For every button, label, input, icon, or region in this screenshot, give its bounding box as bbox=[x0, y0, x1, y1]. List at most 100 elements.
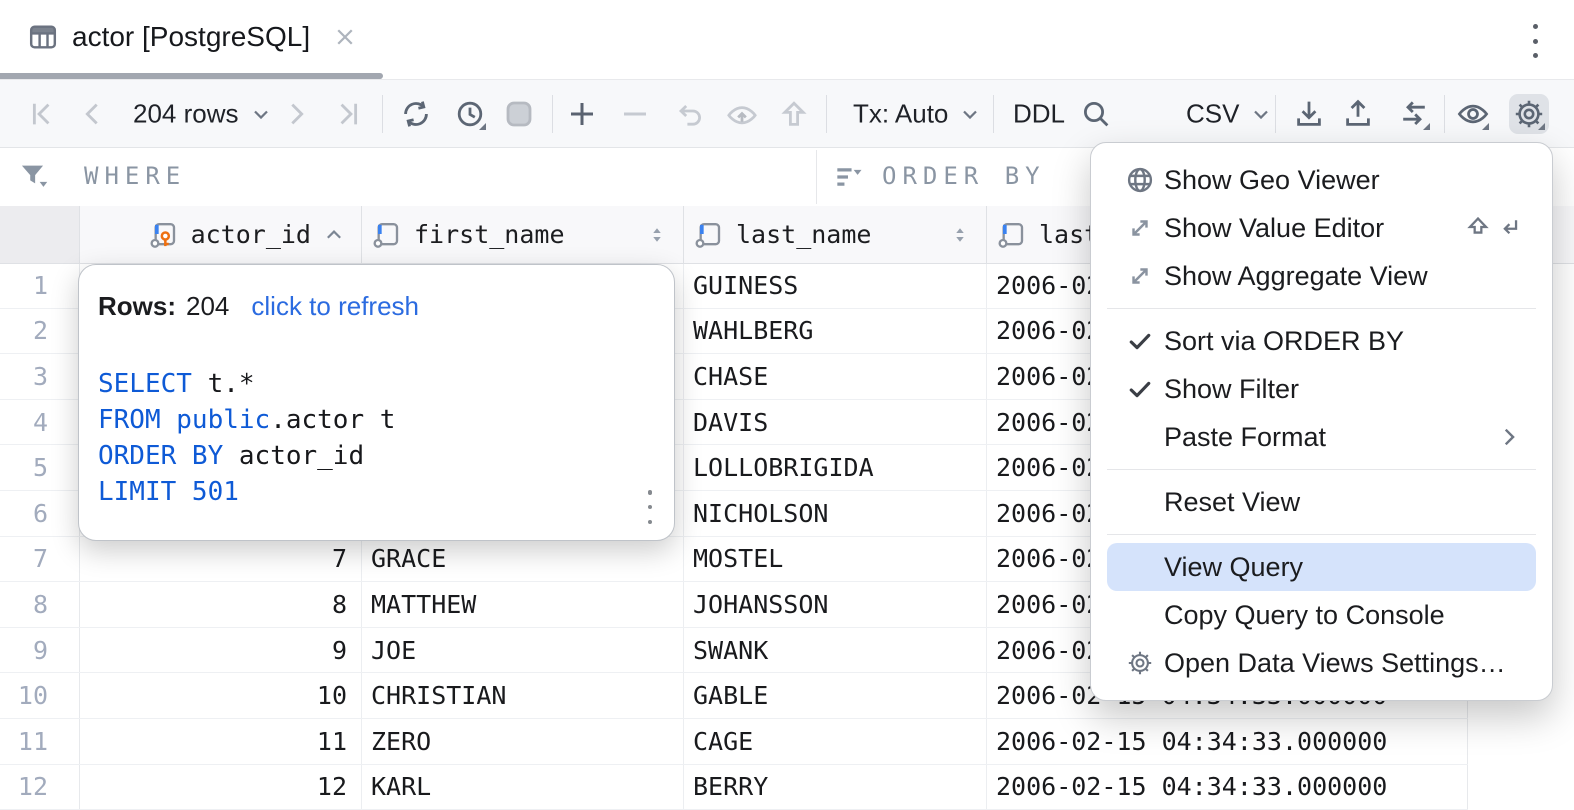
row-number[interactable]: 10 bbox=[0, 673, 80, 718]
row-number[interactable]: 11 bbox=[0, 719, 80, 764]
page-size-dropdown[interactable]: 204 rows bbox=[133, 99, 273, 130]
row-number[interactable]: 7 bbox=[0, 537, 80, 582]
stop-icon bbox=[499, 94, 539, 134]
menu-item-paste-format[interactable]: Paste Format bbox=[1107, 413, 1536, 461]
column-icon bbox=[694, 220, 724, 250]
export-icon[interactable] bbox=[1338, 94, 1378, 134]
next-page-icon[interactable] bbox=[277, 94, 317, 134]
filter-funnel-icon[interactable] bbox=[17, 160, 51, 194]
sort-toggle-icon[interactable] bbox=[647, 225, 667, 245]
cell-actor-id[interactable]: 12 bbox=[80, 765, 362, 810]
menu-item-label: Show Aggregate View bbox=[1164, 261, 1428, 292]
sort-toggle-icon[interactable] bbox=[950, 225, 970, 245]
menu-item-show-filter[interactable]: Show Filter bbox=[1107, 365, 1536, 413]
last-page-icon[interactable] bbox=[330, 94, 370, 134]
sort-ascending-icon[interactable] bbox=[323, 224, 345, 246]
menu-item-open-data-views-settings[interactable]: Open Data Views Settings… bbox=[1107, 639, 1536, 687]
column-header-actor-id[interactable]: actor_id bbox=[80, 206, 362, 263]
cell-last-update[interactable]: 2006-02-15 04:34:33.000000 bbox=[987, 765, 1468, 810]
cell-actor-id[interactable]: 10 bbox=[80, 673, 362, 718]
column-header-last-name[interactable]: last_name bbox=[684, 206, 987, 263]
row-number[interactable]: 5 bbox=[0, 445, 80, 490]
menu-item-view-query[interactable]: View Query bbox=[1107, 543, 1536, 591]
click-to-refresh-link[interactable]: click to refresh bbox=[251, 291, 419, 322]
row-number[interactable]: 1 bbox=[0, 263, 80, 308]
cell-last-name[interactable]: LOLLOBRIGIDA bbox=[684, 445, 987, 490]
column-name: last_name bbox=[736, 220, 871, 249]
cell-last-name[interactable]: JOHANSSON bbox=[684, 582, 987, 627]
cell-last-name[interactable]: WAHLBERG bbox=[684, 309, 987, 354]
cell-actor-id[interactable]: 7 bbox=[80, 537, 362, 582]
row-number[interactable]: 12 bbox=[0, 765, 80, 810]
cell-last-name[interactable]: NICHOLSON bbox=[684, 491, 987, 536]
refresh-icon[interactable] bbox=[396, 94, 436, 134]
cell-first-name[interactable]: JOE bbox=[362, 628, 684, 673]
tx-mode-dropdown[interactable]: Tx: Auto bbox=[853, 99, 982, 130]
row-number[interactable]: 8 bbox=[0, 582, 80, 627]
menu-item-label: View Query bbox=[1164, 552, 1303, 583]
cell-first-name[interactable]: GRACE bbox=[362, 537, 684, 582]
cell-last-name[interactable]: BERRY bbox=[684, 765, 987, 810]
search-icon[interactable] bbox=[1076, 94, 1116, 134]
where-label[interactable]: WHERE bbox=[84, 162, 186, 190]
menu-item-copy-query-to-console[interactable]: Copy Query to Console bbox=[1107, 591, 1536, 639]
previous-page-icon[interactable] bbox=[72, 94, 112, 134]
row-number[interactable]: 6 bbox=[0, 491, 80, 536]
check-icon bbox=[1125, 326, 1155, 356]
close-icon[interactable] bbox=[332, 24, 358, 50]
first-page-icon[interactable] bbox=[20, 94, 60, 134]
row-number[interactable]: 2 bbox=[0, 309, 80, 354]
cell-actor-id[interactable]: 11 bbox=[80, 719, 362, 764]
cell-last-name[interactable]: MOSTEL bbox=[684, 537, 987, 582]
more-options-kebab-icon[interactable] bbox=[1530, 24, 1540, 58]
cell-last-name[interactable]: GABLE bbox=[684, 673, 987, 718]
filter-separator bbox=[816, 150, 817, 204]
menu-item-show-value-editor[interactable]: Show Value Editor bbox=[1107, 204, 1536, 252]
column-header-first-name[interactable]: first_name bbox=[362, 206, 684, 263]
cell-last-name[interactable]: CAGE bbox=[684, 719, 987, 764]
cell-last-update[interactable]: 2006-02-15 04:34:33.000000 bbox=[987, 719, 1468, 764]
query-history-icon[interactable] bbox=[450, 94, 490, 134]
menu-item-show-aggregate-view[interactable]: Show Aggregate View bbox=[1107, 252, 1536, 300]
export-format-dropdown[interactable]: CSV bbox=[1186, 99, 1273, 130]
settings-gear-icon[interactable] bbox=[1509, 94, 1549, 134]
order-by-label[interactable]: ORDER BY bbox=[882, 162, 1046, 190]
cell-first-name[interactable]: CHRISTIAN bbox=[362, 673, 684, 718]
tab-actor[interactable]: actor [PostgreSQL] bbox=[0, 0, 358, 74]
cell-last-name[interactable]: DAVIS bbox=[684, 400, 987, 445]
view-options-eye-icon[interactable] bbox=[1453, 94, 1493, 134]
submit-changes-icon bbox=[774, 94, 814, 134]
cell-last-name[interactable]: GUINESS bbox=[684, 263, 987, 308]
popup-kebab-icon[interactable] bbox=[646, 490, 654, 524]
order-by-sort-icon[interactable] bbox=[832, 161, 864, 193]
menu-separator bbox=[1107, 308, 1536, 309]
data-toolbar: 204 rows Tx: Auto DDL bbox=[0, 80, 1574, 148]
revert-icon bbox=[669, 94, 709, 134]
row-number[interactable]: 4 bbox=[0, 400, 80, 445]
gear-icon bbox=[1125, 648, 1155, 678]
menu-item-sort-via-order-by[interactable]: Sort via ORDER BY bbox=[1107, 317, 1536, 365]
cell-actor-id[interactable]: 9 bbox=[80, 628, 362, 673]
cell-last-name[interactable]: CHASE bbox=[684, 354, 987, 399]
cell-first-name[interactable]: MATTHEW bbox=[362, 582, 684, 627]
cell-last-name[interactable]: SWANK bbox=[684, 628, 987, 673]
ddl-button[interactable]: DDL bbox=[1013, 99, 1065, 130]
cell-actor-id[interactable]: 8 bbox=[80, 582, 362, 627]
import-icon[interactable] bbox=[1289, 94, 1329, 134]
check-icon bbox=[1125, 374, 1155, 404]
menu-item-reset-view[interactable]: Reset View bbox=[1107, 478, 1536, 526]
return-icon bbox=[1494, 214, 1522, 242]
toolbar-separator bbox=[382, 95, 383, 133]
cell-first-name[interactable]: KARL bbox=[362, 765, 684, 810]
expand-icon bbox=[1125, 261, 1155, 291]
row-number[interactable]: 9 bbox=[0, 628, 80, 673]
compare-data-icon[interactable] bbox=[1394, 94, 1434, 134]
menu-item-label: Copy Query to Console bbox=[1164, 600, 1445, 631]
menu-item-show-geo-viewer[interactable]: Show Geo Viewer bbox=[1107, 156, 1536, 204]
row-number[interactable]: 3 bbox=[0, 354, 80, 399]
add-row-icon[interactable] bbox=[562, 94, 602, 134]
table-icon bbox=[28, 22, 58, 52]
toolbar-separator bbox=[552, 95, 553, 133]
cell-first-name[interactable]: ZERO bbox=[362, 719, 684, 764]
toolbar-separator bbox=[993, 95, 994, 133]
